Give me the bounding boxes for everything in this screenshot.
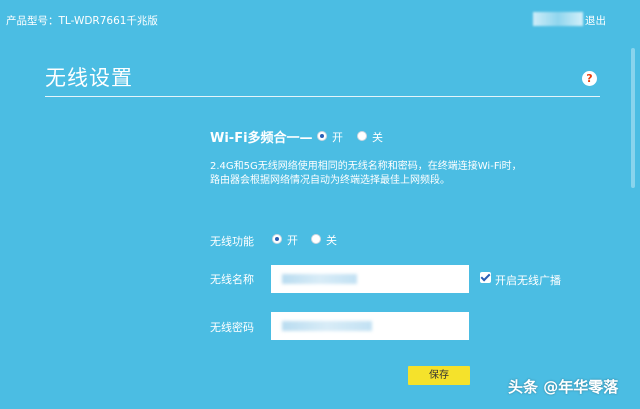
page-title: 无线设置 xyxy=(45,66,133,90)
password-value-blurred xyxy=(282,321,372,331)
ssid-value-blurred xyxy=(282,274,357,284)
account-info-blurred xyxy=(533,12,583,26)
broadcast-checkbox[interactable] xyxy=(480,272,491,283)
wifi-combine-off-radio[interactable] xyxy=(357,131,367,141)
wifi-combine-description-2: 路由器会根据网络情况自动为终端选择最佳上网频段。 xyxy=(210,175,450,186)
scrollbar[interactable] xyxy=(631,48,635,188)
wireless-on-label: 开 xyxy=(287,234,298,247)
wireless-function-label: 无线功能 xyxy=(210,235,254,248)
wifi-combine-label: Wi-Fi多频合一— xyxy=(210,131,313,146)
wifi-combine-description-1: 2.4G和5G无线网络使用相同的无线名称和密码，在终端连接Wi-Fi时， xyxy=(210,161,522,172)
settings-panel xyxy=(27,48,625,409)
wifi-combine-on-radio[interactable] xyxy=(317,131,327,141)
password-label: 无线密码 xyxy=(210,321,254,334)
wireless-off-radio[interactable] xyxy=(311,234,321,244)
top-bar: 产品型号：TL-WDR7661千兆版 退出 xyxy=(0,0,640,40)
save-button[interactable]: 保存 xyxy=(408,366,470,385)
wifi-combine-on-label: 开 xyxy=(332,131,343,144)
watermark: 头条 @年华零落 xyxy=(508,378,619,396)
broadcast-checkbox-label: 开启无线广播 xyxy=(495,274,561,287)
help-icon[interactable]: ? xyxy=(582,71,597,86)
wireless-on-radio[interactable] xyxy=(272,234,282,244)
title-divider xyxy=(45,96,600,97)
wifi-combine-off-label: 关 xyxy=(372,131,383,144)
wireless-off-label: 关 xyxy=(326,234,337,247)
ssid-label: 无线名称 xyxy=(210,273,254,286)
logout-link[interactable]: 退出 xyxy=(585,13,606,28)
product-model: 产品型号：TL-WDR7661千兆版 xyxy=(6,15,158,27)
